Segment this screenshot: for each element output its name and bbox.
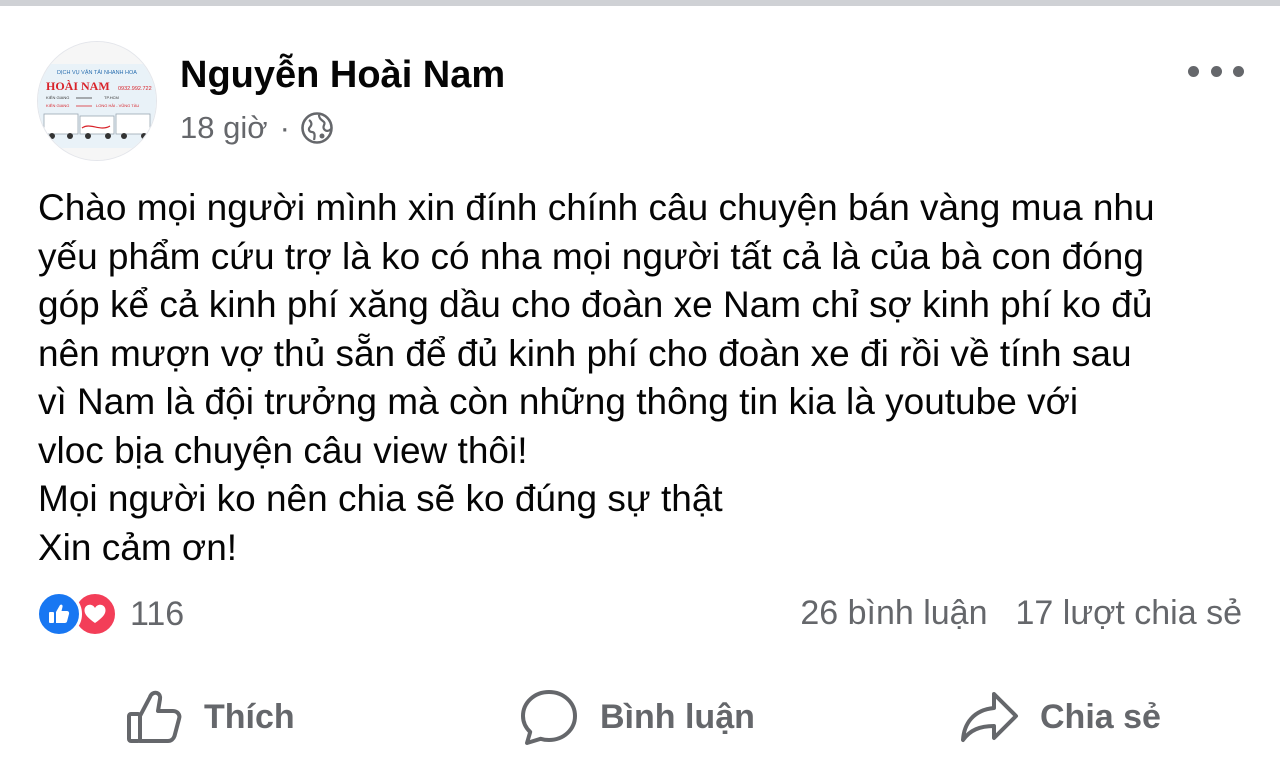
- author-name[interactable]: Nguyễn Hoài Nam: [180, 54, 505, 97]
- post-time[interactable]: 18 giờ: [180, 110, 268, 146]
- top-divider: [0, 0, 1280, 6]
- avatar-brand: HOÀI NAM: [46, 79, 110, 93]
- share-count-link[interactable]: 17 lượt chia sẻ: [1016, 594, 1243, 633]
- globe-icon[interactable]: [300, 111, 334, 145]
- avatar-top-line: DỊCH VỤ VẬN TẢI NHANH HOA: [57, 69, 137, 76]
- author-avatar[interactable]: DỊCH VỤ VẬN TẢI NHANH HOA HOÀI NAM 0932.…: [38, 42, 156, 160]
- post-meta: 18 giờ ·: [180, 110, 334, 146]
- avatar-image: DỊCH VỤ VẬN TẢI NHANH HOA HOÀI NAM 0932.…: [38, 42, 156, 160]
- avatar-route-2-to: LONG HẢI - VŨNG TÀU: [96, 103, 139, 108]
- avatar-route-2-from: KIÊN GIANG: [46, 103, 69, 108]
- more-dot: [1210, 65, 1222, 77]
- post-line: Xin cảm ơn!: [38, 526, 238, 568]
- like-label: Thích: [204, 697, 295, 736]
- post-line: yếu phẩm cứu trợ là ko có nha mọi người …: [38, 235, 1144, 277]
- avatar-route-1-to: TP.HCM: [104, 95, 119, 100]
- post-line: vloc bịa chuyện câu view thôi!: [38, 429, 528, 471]
- like-button[interactable]: Thích: [124, 684, 295, 750]
- more-dot: [1233, 65, 1244, 77]
- post-line: vì Nam là đội trưởng mà còn những thông …: [38, 381, 1079, 422]
- reaction-summary[interactable]: 116: [36, 591, 184, 637]
- post-line: nên mượn vợ thủ sẵn để đủ kinh phí cho đ…: [38, 332, 1132, 374]
- more-dot: [1188, 65, 1199, 77]
- stats-spacer: [988, 594, 1016, 633]
- post-line: Chào mọi người mình xin đính chính câu c…: [38, 187, 1155, 228]
- post-line: Mọi người ko nên chia sẽ ko đúng sự thật: [38, 478, 723, 519]
- meta-separator: ·: [279, 110, 290, 145]
- comment-count-link[interactable]: 26 bình luận: [800, 594, 987, 633]
- share-label: Chia sẻ: [1040, 697, 1161, 736]
- share-arrow-icon: [961, 692, 1018, 742]
- more-options-icon[interactable]: [1188, 56, 1244, 86]
- comment-label: Bình luận: [600, 697, 755, 736]
- avatar-route-1-from: KIÊN GIANG: [46, 95, 69, 100]
- post-stats: 26 bình luận 17 lượt chia sẻ: [800, 594, 1242, 633]
- reaction-count: 116: [130, 594, 185, 633]
- post-body: Chào mọi người mình xin đính chính câu c…: [38, 184, 1253, 572]
- like-reaction-icon: [36, 591, 82, 637]
- post-line: góp kể cả kinh phí xăng dầu cho đoàn xe …: [38, 284, 1153, 325]
- comment-bubble-icon: [521, 690, 577, 745]
- avatar-phone: 0932.992.722: [118, 86, 152, 92]
- share-button[interactable]: Chia sẻ: [958, 684, 1161, 750]
- thumbs-up-icon: [127, 690, 182, 743]
- comment-button[interactable]: Bình luận: [518, 684, 755, 750]
